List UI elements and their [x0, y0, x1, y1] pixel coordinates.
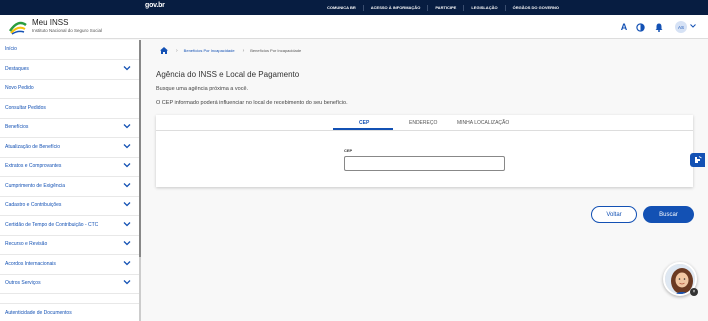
inss-logo-icon[interactable] — [8, 19, 28, 35]
chevron-down-icon[interactable] — [123, 142, 131, 150]
sidebar-scrollbar[interactable] — [139, 40, 141, 257]
bell-icon[interactable] — [652, 20, 666, 34]
app-title: Meu INSS — [32, 18, 69, 27]
active-tab-indicator — [333, 128, 393, 130]
tab-cep[interactable]: CEP — [359, 120, 369, 126]
breadcrumb-separator-icon: › — [242, 47, 245, 54]
sidebar-item-certidao-de-tempo-de-contribuicao-ctc[interactable]: Certidão de Tempo de Contribuição - CTC — [0, 216, 139, 236]
search-button[interactable]: Buscar — [643, 206, 694, 223]
close-icon[interactable]: × — [690, 288, 698, 296]
sidebar-item-inicio[interactable]: Início — [0, 40, 139, 60]
sidebar-item-beneficios[interactable]: Benefícios — [0, 118, 139, 138]
gov-link-acesso[interactable]: ACESSO À INFORMAÇÃO — [364, 4, 429, 11]
sidebar-item-label: Destaques — [5, 66, 29, 73]
chevron-down-icon[interactable] — [123, 278, 131, 286]
chevron-down-icon[interactable] — [123, 239, 131, 247]
breadcrumb-separator-icon: › — [176, 47, 178, 54]
font-size-button[interactable]: A — [617, 20, 631, 34]
sign-language-icon[interactable] — [690, 153, 705, 167]
sidebar-item-label: Início — [5, 46, 17, 53]
gov-bar: gov.br COMUNICA BR ACESSO À INFORMAÇÃO P… — [0, 0, 708, 15]
avatar: AS — [675, 21, 687, 33]
chevron-down-icon[interactable] — [123, 259, 131, 267]
user-menu[interactable]: AS — [675, 21, 699, 33]
sidebar-item-extratos-e-comprovantes[interactable]: Extratos e Comprovantes — [0, 157, 139, 177]
sidebar-item-cumprimento-de-exigencia[interactable]: Cumprimento de Exigência — [0, 177, 139, 197]
sidebar-item-cadastro-e-contribuicoes[interactable]: Cadastro e Contribuições — [0, 196, 139, 216]
sidebar-item-atualizacao-de-beneficio[interactable]: Atualização de Benefício — [0, 138, 139, 158]
info-text: O CEP informado poderá influenciar no lo… — [156, 100, 348, 106]
chevron-down-icon[interactable] — [123, 220, 131, 228]
page-subtitle: Busque uma agência próxima a você. — [156, 86, 249, 92]
sidebar-item-autenticidade-de-documentos[interactable]: Autenticidade de Documentos — [0, 303, 139, 321]
sidebar-item-label: Certidão de Tempo de Contribuição - CTC — [5, 222, 99, 229]
sidebar-item-label: Benefícios — [5, 124, 29, 131]
app-header: Meu INSS Instituto Nacional do Seguro So… — [0, 15, 708, 39]
gov-links: COMUNICA BR ACESSO À INFORMAÇÃO PARTICIP… — [320, 0, 566, 15]
breadcrumb-link[interactable]: Benefícios Por Incapacidade — [184, 48, 235, 53]
chevron-down-icon[interactable] — [123, 200, 131, 208]
govbr-logo[interactable]: gov.br — [145, 2, 165, 9]
sidebar-item-label: Cumprimento de Exigência — [5, 183, 66, 190]
gov-link-legislacao[interactable]: LEGISLAÇÃO — [464, 4, 506, 11]
gov-link-participe[interactable]: PARTICIPE — [428, 4, 465, 11]
sidebar-item-label: Consultar Pedidos — [5, 105, 46, 112]
chevron-down-icon[interactable] — [123, 161, 131, 169]
sidebar-item-label: Novo Pedido — [5, 85, 34, 92]
sidebar-item-recurso-e-revisao[interactable]: Recurso e Revisão — [0, 235, 139, 255]
sidebar-item-label: Autenticidade de Documentos — [5, 310, 72, 317]
cep-label: CEP — [344, 148, 353, 153]
tab-bar: CEP ENDEREÇO MINHA LOCALIZAÇÃO — [156, 115, 693, 131]
gov-link-orgaos[interactable]: ÓRGÃOS DO GOVERNO — [506, 5, 566, 11]
sidebar: Início Destaques Novo Pedido Consultar Pedi… — [0, 40, 141, 321]
tab-endereco[interactable]: ENDEREÇO — [409, 120, 437, 126]
sidebar-item-label: Cadastro e Contribuições — [5, 202, 62, 209]
back-button[interactable]: Voltar — [591, 206, 637, 223]
breadcrumb-current: Benefícios Por Incapacidade — [250, 48, 302, 53]
home-icon[interactable] — [160, 47, 168, 54]
sidebar-item-label: Extratos e Comprovantes — [5, 163, 62, 170]
chevron-down-icon[interactable] — [123, 64, 131, 72]
tab-minha-localizacao[interactable]: MINHA LOCALIZAÇÃO — [457, 120, 509, 126]
contrast-icon[interactable] — [633, 20, 647, 34]
gov-link-comunica[interactable]: COMUNICA BR — [320, 4, 364, 11]
chevron-down-icon[interactable] — [123, 122, 131, 130]
app-subtitle: Instituto Nacional do Seguro Social — [32, 28, 103, 33]
breadcrumb: › Benefícios Por Incapacidade › Benefíci… — [160, 47, 301, 54]
search-card: CEP ENDEREÇO MINHA LOCALIZAÇÃO CEP — [156, 115, 693, 187]
sidebar-item-label: Outros Serviços — [5, 280, 41, 287]
chevron-down-icon[interactable] — [123, 181, 131, 189]
cep-input[interactable] — [344, 156, 505, 171]
page-title: Agência do INSS e Local de Pagamento — [156, 70, 300, 79]
sidebar-item-label: Recurso e Revisão — [5, 241, 48, 248]
sidebar-item-novo-pedido[interactable]: Novo Pedido — [0, 79, 139, 99]
sidebar-item-outros-servicos[interactable]: Outros Serviços — [0, 274, 139, 294]
sidebar-item-label: Acordos Internacionais — [5, 261, 56, 268]
chevron-down-icon — [690, 24, 696, 30]
sidebar-item-acordos-internacionais[interactable]: Acordos Internacionais — [0, 255, 139, 275]
sidebar-item-label: Atualização de Benefício — [5, 144, 61, 151]
sidebar-item-destaques[interactable]: Destaques — [0, 60, 139, 80]
sidebar-item-consultar-pedidos[interactable]: Consultar Pedidos — [0, 99, 139, 119]
